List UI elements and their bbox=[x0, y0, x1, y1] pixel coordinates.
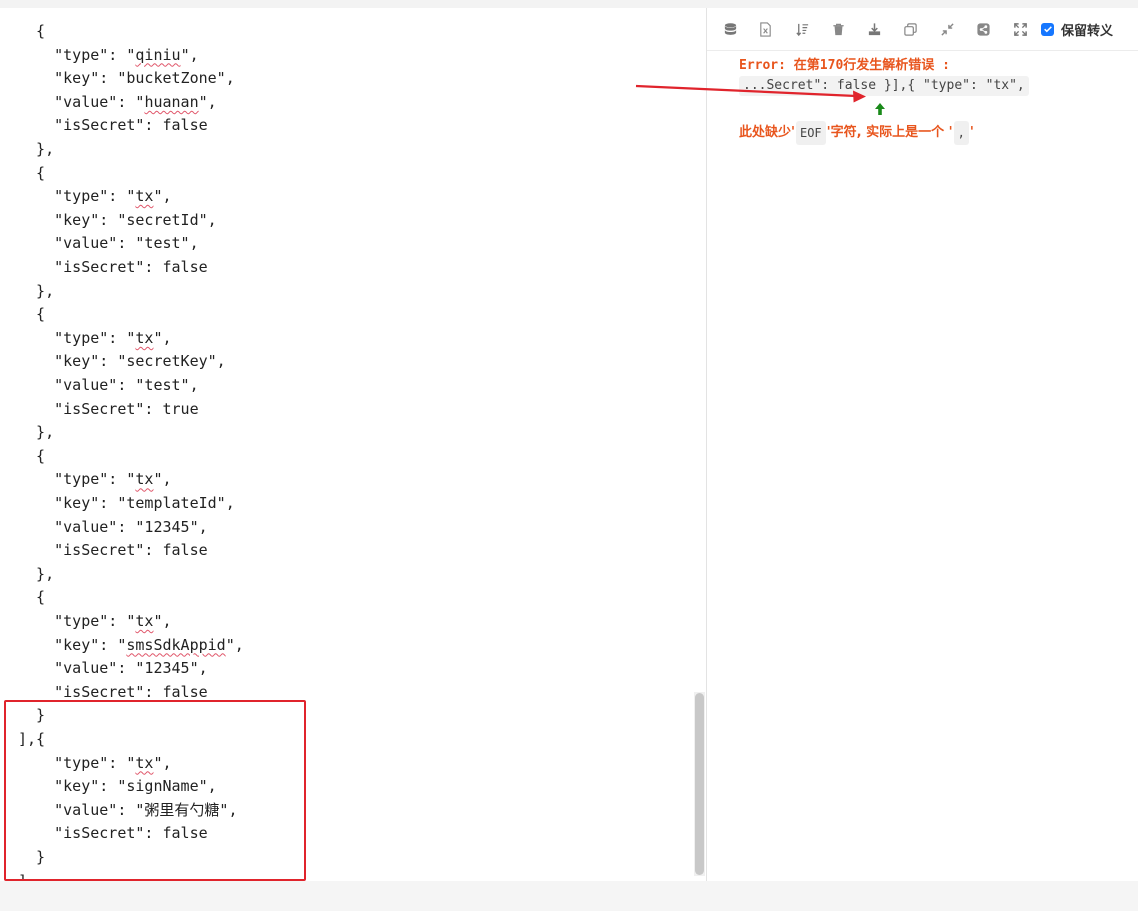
editor-scrollbar-thumb[interactable] bbox=[695, 693, 704, 875]
code-line: { bbox=[18, 446, 46, 465]
code-line: }, bbox=[18, 564, 55, 583]
error-description: 此处缺少' EOF '字符, 实际上是一个 ' , ' bbox=[739, 121, 974, 145]
code-line: "type": "qiniu", bbox=[18, 45, 199, 64]
code-line: "key": "smsSdkAppid", bbox=[18, 635, 244, 654]
database-icon[interactable] bbox=[720, 19, 740, 39]
result-panel: 保留转义 Error: 在第170行发生解析错误 : ...Secret": f… bbox=[707, 8, 1138, 881]
code-line: }, bbox=[18, 423, 55, 442]
code-line: "key": "secretId", bbox=[18, 210, 217, 229]
code-line: "value": "12345", bbox=[18, 517, 208, 536]
code-line: "type": "tx", bbox=[18, 328, 172, 347]
code-line: "type": "tx", bbox=[18, 470, 172, 489]
annotation-highlight-box bbox=[4, 700, 306, 881]
code-line: "value": "12345", bbox=[18, 659, 208, 678]
error-desc-actual: , bbox=[953, 121, 969, 145]
keep-escape-toggle[interactable]: 保留转义 bbox=[1041, 20, 1114, 39]
excel-icon[interactable] bbox=[755, 19, 775, 39]
error-desc-suffix: ' bbox=[969, 125, 974, 140]
error-desc-prefix: 此处缺少' bbox=[739, 125, 795, 140]
code-line: }, bbox=[18, 140, 55, 158]
sort-icon[interactable] bbox=[792, 19, 812, 39]
code-line: "value": "test", bbox=[18, 234, 199, 253]
copy-icon[interactable] bbox=[900, 19, 920, 39]
error-pointer-arrow-icon bbox=[875, 103, 885, 115]
code-line: "key": "templateId", bbox=[18, 494, 235, 512]
fullscreen-icon[interactable] bbox=[1010, 19, 1030, 39]
error-desc-middle: '字符, 实际上是一个 ' bbox=[826, 125, 953, 140]
code-line: "type": "tx", bbox=[18, 187, 172, 206]
code-line: "key": "bucketZone", bbox=[18, 69, 235, 88]
trash-icon[interactable] bbox=[828, 19, 848, 39]
error-desc-expected: EOF bbox=[795, 121, 826, 145]
code-line: { bbox=[18, 163, 46, 182]
error-snippet: ...Secret": false }],{ "type": "tx", bbox=[739, 76, 1029, 96]
error-title: Error: 在第170行发生解析错误 : bbox=[739, 58, 950, 73]
download-icon[interactable] bbox=[864, 19, 884, 39]
code-line: { bbox=[18, 588, 46, 607]
code-line: { bbox=[18, 22, 46, 40]
code-line: "value": "huanan", bbox=[18, 92, 217, 111]
code-line: "isSecret": false bbox=[18, 116, 208, 135]
keep-escape-label: 保留转义 bbox=[1061, 23, 1114, 39]
code-line: "value": "test", bbox=[18, 376, 199, 394]
share-icon[interactable] bbox=[973, 19, 993, 39]
compress-icon[interactable] bbox=[937, 19, 957, 39]
code-line: }, bbox=[18, 281, 55, 300]
code-line: "type": "tx", bbox=[18, 612, 172, 630]
code-line: { bbox=[18, 305, 46, 324]
toolbar: 保留转义 bbox=[707, 8, 1138, 51]
code-line: "key": "secretKey", bbox=[18, 352, 226, 371]
code-line: "isSecret": false bbox=[18, 258, 208, 276]
code-line: "isSecret": true bbox=[18, 399, 199, 418]
keep-escape-checkbox[interactable] bbox=[1041, 22, 1054, 36]
check-icon bbox=[1043, 26, 1052, 33]
code-line: "isSecret": false bbox=[18, 541, 208, 560]
